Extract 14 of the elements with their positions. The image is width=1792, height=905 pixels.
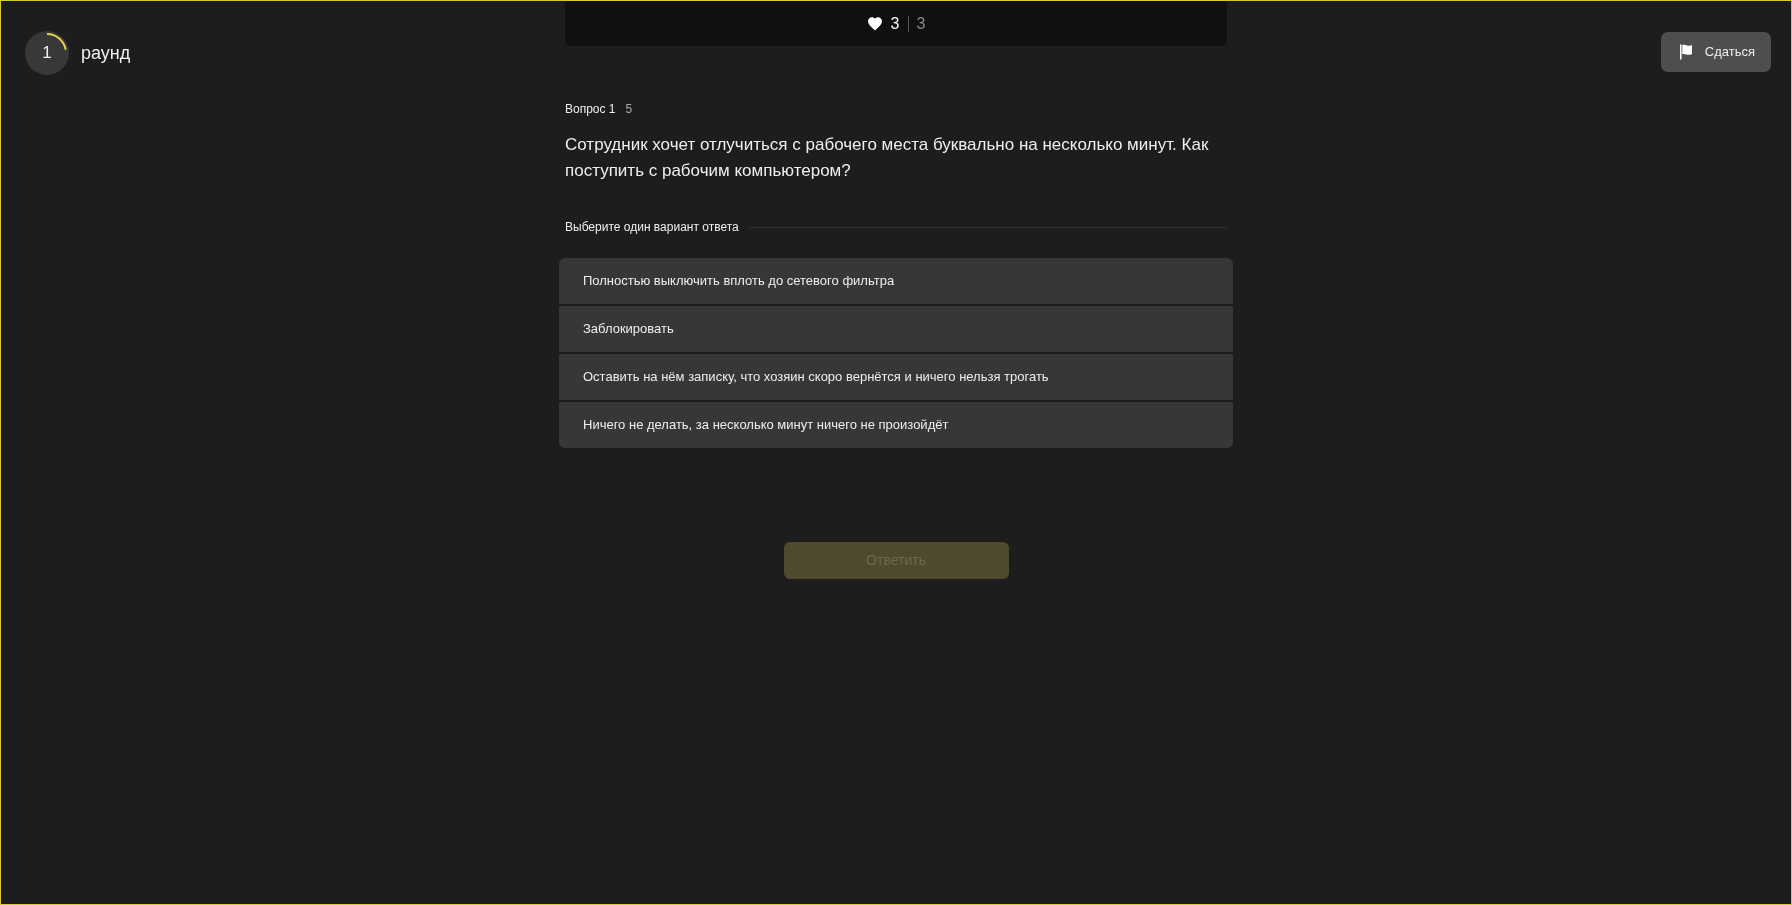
lives-total: 3 <box>916 13 926 34</box>
answer-option[interactable]: Заблокировать <box>559 306 1233 352</box>
round-badge: 1 <box>25 31 69 75</box>
lives-current: 3 <box>890 13 900 34</box>
instruction-text: Выберите один вариант ответа <box>565 219 739 236</box>
answer-option[interactable]: Полностью выключить вплоть до сетевого фильтра <box>559 258 1233 304</box>
question-text: Сотрудник хочет отлучиться с рабочего места буквально на несколько минут. Как поступить с рабочим компьютером? <box>565 134 1210 182</box>
round-label: раунд <box>81 41 131 65</box>
heart-icon <box>866 16 883 31</box>
question-label: Вопрос 1 <box>565 101 616 118</box>
question-points: 5 <box>625 101 633 118</box>
answer-option[interactable]: Оставить на нём записку, что хозяин скоро вернётся и ничего нельзя трогать <box>559 354 1233 400</box>
surrender-button[interactable]: Сдаться <box>1660 32 1771 72</box>
answer-option[interactable]: Ничего не делать, за несколько минут ничего не произойдёт <box>559 402 1233 448</box>
